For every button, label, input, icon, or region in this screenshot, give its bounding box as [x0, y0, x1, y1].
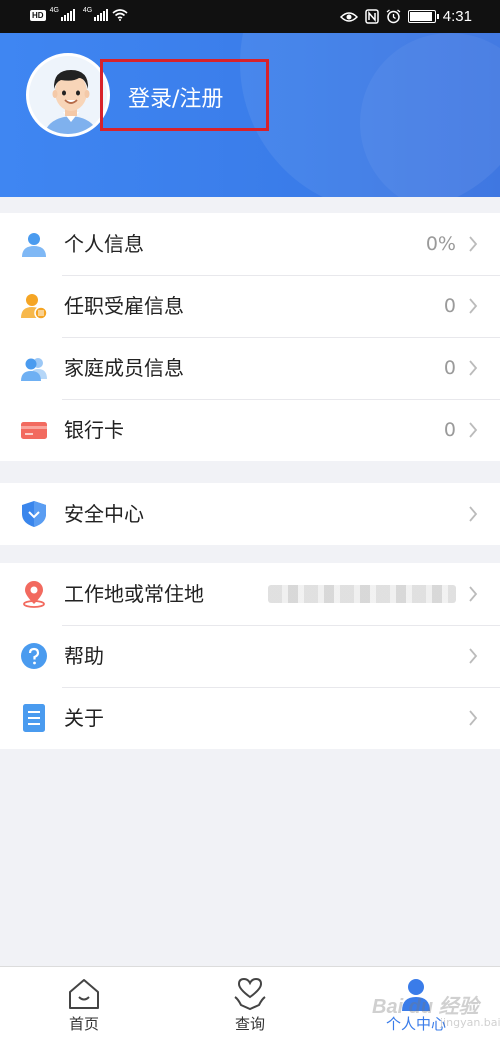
menu-value: 0 [443, 357, 456, 379]
clock: 4:31 [442, 8, 472, 25]
hd-badge: HD [30, 9, 46, 21]
security-section: 安全中心 [0, 483, 500, 545]
menu-label: 银行卡 [64, 418, 124, 442]
tab-profile[interactable]: 个人中心 [356, 967, 476, 1039]
employment-icon [21, 294, 48, 320]
menu-row-about[interactable]: 关于 [0, 687, 500, 749]
profile-info-section: 个人信息 0% 任职受雇信息 0 家庭成员信息 0 银行卡 0 [0, 213, 500, 461]
tab-home[interactable]: 首页 [24, 967, 144, 1039]
tab-label: 查询 [234, 1015, 265, 1033]
help-icon [21, 643, 47, 669]
wifi-icon [112, 9, 128, 21]
location-pin-icon [23, 581, 45, 608]
menu-row-employment-info[interactable]: 任职受雇信息 0 [0, 275, 500, 337]
chevron-right-icon [469, 506, 478, 522]
tab-label: 首页 [68, 1015, 99, 1033]
chevron-right-icon [469, 710, 478, 726]
chevron-right-icon [469, 236, 478, 252]
avatar[interactable] [26, 53, 110, 137]
menu-value: 0% [425, 233, 456, 255]
chevron-right-icon [469, 360, 478, 376]
chevron-right-icon [469, 298, 478, 314]
document-icon [23, 704, 45, 732]
person-icon [22, 233, 46, 257]
menu-label: 帮助 [64, 644, 104, 668]
profile-icon [402, 979, 430, 1011]
menu-label: 关于 [64, 706, 104, 730]
chevron-right-icon [469, 648, 478, 664]
menu-row-bank-card[interactable]: 银行卡 0 [0, 399, 500, 461]
heart-hand-icon [234, 977, 266, 1011]
alarm-icon [386, 9, 401, 24]
tab-query[interactable]: 查询 [190, 967, 310, 1039]
login-register-link[interactable]: 登录/注册 [128, 81, 223, 113]
menu-row-work-residence[interactable]: 工作地或常住地 [0, 563, 500, 625]
menu-label: 任职受雇信息 [64, 294, 184, 318]
menu-value: 0 [443, 419, 456, 441]
nfc-icon [365, 9, 379, 24]
menu-row-security-center[interactable]: 安全中心 [0, 483, 500, 545]
signal-icon [60, 9, 75, 21]
menu-label: 家庭成员信息 [64, 356, 184, 380]
bottom-tab-bar: 首页 查询 个人中心 [0, 966, 500, 1039]
network-type-1: 4G [49, 6, 59, 14]
menu-label: 个人信息 [64, 232, 144, 256]
menu-label: 安全中心 [64, 502, 144, 526]
general-section: 工作地或常住地 帮助 关于 [0, 563, 500, 749]
tab-label: 个人中心 [385, 1015, 446, 1033]
status-bar: HD 4G 4G 4:31 [0, 0, 500, 33]
bank-card-icon [21, 422, 47, 439]
chevron-right-icon [469, 422, 478, 438]
eye-icon [339, 11, 358, 22]
network-type-2: 4G [82, 6, 93, 14]
blurred-address [268, 585, 456, 603]
menu-row-family-info[interactable]: 家庭成员信息 0 [0, 337, 500, 399]
menu-value: 0 [443, 295, 456, 317]
family-icon [21, 358, 47, 381]
menu-label: 工作地或常住地 [64, 582, 204, 606]
battery-icon [407, 10, 439, 23]
home-icon [69, 979, 99, 1009]
menu-row-help[interactable]: 帮助 [0, 625, 500, 687]
chevron-right-icon [469, 586, 478, 602]
shield-icon [22, 501, 46, 527]
menu-row-personal-info[interactable]: 个人信息 0% [0, 213, 500, 275]
signal-icon [94, 9, 109, 21]
